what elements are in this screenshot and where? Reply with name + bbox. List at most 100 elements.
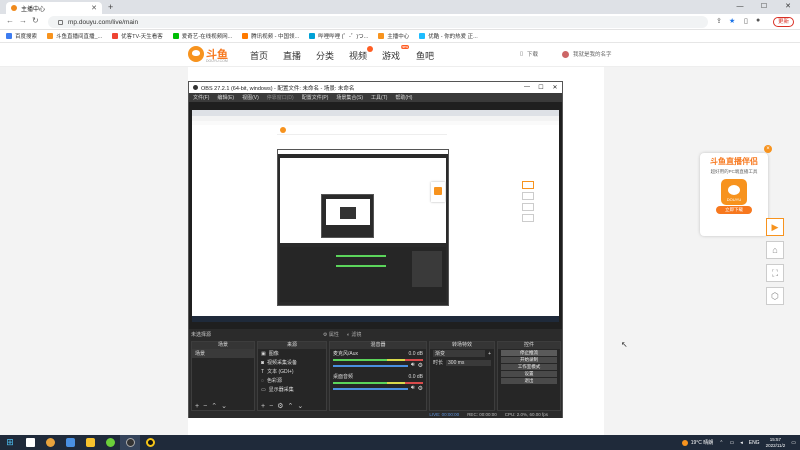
transition-type[interactable]: 渐变 + <box>430 349 494 358</box>
obs-source-toolbar: 未选择源 ⚙ 属性 ◐ 滤镜 <box>189 329 562 339</box>
bookmark-item[interactable]: 哔哩哔哩 (゜-゜)つ... <box>309 32 368 40</box>
clock[interactable]: 15:57 2022/11/2 <box>766 437 786 449</box>
stop-streaming-button[interactable]: 停止推流 <box>501 350 557 356</box>
menu-scene-collection[interactable]: 场景集合(S) <box>336 94 363 101</box>
promo-close-icon[interactable]: × <box>764 145 772 153</box>
menu-help[interactable]: 帮助(H) <box>395 94 412 101</box>
source-item[interactable]: ◙ 视频采集设备 <box>258 358 326 367</box>
source-settings-icon[interactable]: ⚙ <box>277 402 283 410</box>
taskbar-app[interactable] <box>20 435 40 450</box>
filters-button[interactable]: ◐ 滤镜 <box>347 331 361 338</box>
bookmark-item[interactable]: 百度搜索 <box>6 32 37 40</box>
url-bar[interactable]: mp.douyu.com/live/main <box>48 16 708 28</box>
volume-icon[interactable]: ◂ <box>740 440 743 446</box>
taskbar-app[interactable] <box>80 435 100 450</box>
menu-docks[interactable]: 停靠窗口(D) <box>267 94 294 101</box>
share-icon[interactable]: ⇪ <box>716 17 722 25</box>
taskbar-app[interactable] <box>120 435 140 450</box>
forward-icon[interactable]: → <box>19 16 27 25</box>
obs-preview[interactable] <box>189 102 562 329</box>
add-scene-icon[interactable]: + <box>195 403 199 410</box>
speaker-icon[interactable]: 🔊︎ <box>411 385 415 392</box>
taskbar-app[interactable] <box>60 435 80 450</box>
nav-video[interactable]: 视频 <box>349 46 374 62</box>
add-transition-icon[interactable]: + <box>488 351 491 357</box>
home-icon[interactable]: ⌂ <box>766 241 784 259</box>
settings-button[interactable]: 设置 <box>501 371 557 377</box>
nav-fish-bar[interactable]: 鱼吧 <box>416 49 434 62</box>
move-down-icon[interactable]: ⌄ <box>297 402 303 410</box>
reload-icon[interactable]: ↻ <box>32 16 39 25</box>
color-source-icon: ◌ <box>261 377 264 384</box>
nav-live[interactable]: 直播 <box>283 49 301 62</box>
bookmark-star-icon[interactable]: ★ <box>729 17 735 25</box>
remove-scene-icon[interactable]: − <box>203 403 207 410</box>
source-item[interactable]: ◌ 色彩源 <box>258 376 326 385</box>
obs-close-icon[interactable]: ✕ <box>548 84 562 91</box>
username[interactable]: 我就是我的名字 <box>573 50 612 58</box>
obs-maximize-icon[interactable]: ☐ <box>534 84 548 91</box>
avatar[interactable] <box>562 50 570 58</box>
menu-view[interactable]: 视图(V) <box>242 94 259 101</box>
bookmark-item[interactable]: 主播中心 <box>378 32 409 40</box>
menu-file[interactable]: 文件(F) <box>193 94 209 101</box>
notification-icon[interactable]: ▭ <box>791 440 796 446</box>
close-window-icon[interactable]: ✕ <box>776 0 800 14</box>
tray-up-icon[interactable]: ⌃ <box>719 440 723 446</box>
douyu-logo[interactable]: 斗鱼 DOUYU.COM <box>188 46 228 63</box>
scene-item[interactable]: 场景 <box>192 349 254 358</box>
taskbar-app[interactable] <box>140 435 160 450</box>
obs-minimize-icon[interactable]: — <box>520 84 534 91</box>
source-item[interactable]: T 文本 (GDI+) <box>258 367 326 376</box>
live-play-icon[interactable]: ▶ <box>766 218 784 236</box>
weather-widget[interactable]: 19°C 晴朗 <box>681 439 713 446</box>
studio-mode-button[interactable]: 工作室模式 <box>501 364 557 370</box>
menu-profile[interactable]: 配置文件(P) <box>302 94 329 101</box>
nav-game[interactable]: 游戏 new <box>382 45 410 62</box>
duration-input[interactable]: 300 ms <box>446 359 491 366</box>
taskbar-app[interactable] <box>100 435 120 450</box>
menu-tools[interactable]: 工具(T) <box>371 94 387 101</box>
maximize-icon[interactable]: ☐ <box>752 0 776 14</box>
taskbar-app[interactable] <box>40 435 60 450</box>
bookmark-item[interactable]: 优酷 - 你的热爱 正... <box>419 32 478 40</box>
remove-source-icon[interactable]: − <box>269 403 273 410</box>
settings-icon[interactable]: ⚙ <box>418 362 423 369</box>
settings-icon[interactable]: ⚙ <box>418 385 423 392</box>
download-link[interactable]: 下载 <box>527 50 538 58</box>
speaker-icon[interactable]: 🔊︎ <box>411 362 415 369</box>
update-button[interactable]: 更新 <box>772 17 794 27</box>
new-tab-button[interactable]: + <box>108 2 113 12</box>
properties-button[interactable]: ⚙ 属性 <box>323 331 339 338</box>
browser-tab[interactable]: 主播中心 ✕ <box>6 2 102 14</box>
source-item[interactable]: ▭ 显示器采集 <box>258 385 326 394</box>
promo-download-button[interactable]: 立即下载 <box>716 206 752 214</box>
bookmark-item[interactable]: 优客TV-天生看客 <box>112 32 163 40</box>
nav-category[interactable]: 分类 <box>316 49 334 62</box>
move-up-icon[interactable]: ⌃ <box>211 402 217 410</box>
move-down-icon[interactable]: ⌄ <box>221 402 227 410</box>
volume-slider[interactable] <box>333 364 408 367</box>
back-icon[interactable]: ← <box>6 16 14 25</box>
language-indicator[interactable]: ENG <box>749 440 760 446</box>
network-icon[interactable]: ▭ <box>729 440 734 446</box>
close-tab-icon[interactable]: ✕ <box>91 4 97 12</box>
volume-slider[interactable] <box>333 387 408 390</box>
start-button[interactable]: ⊞ <box>0 435 20 450</box>
bookmark-item[interactable]: 腾讯视频 - 中国领... <box>242 32 299 40</box>
minimize-icon[interactable]: — <box>728 0 752 14</box>
move-up-icon[interactable]: ⌃ <box>287 402 293 410</box>
add-source-icon[interactable]: + <box>261 403 265 410</box>
menu-edit[interactable]: 编辑(E) <box>217 94 234 101</box>
sidebar-icon[interactable]: ▯ <box>744 17 748 25</box>
start-recording-button[interactable]: 开始录制 <box>501 357 557 363</box>
nav-home[interactable]: 首页 <box>250 49 268 62</box>
bookmark-item[interactable]: 爱奇艺-在线视频网... <box>172 32 232 40</box>
captured-screen <box>192 110 559 322</box>
fullscreen-icon[interactable]: ⛶ <box>766 264 784 282</box>
source-item[interactable]: ▣ 图像 <box>258 349 326 358</box>
bookmark-item[interactable]: 斗鱼直播间直播_... <box>47 32 102 40</box>
exit-button[interactable]: 退出 <box>501 378 557 384</box>
profile-icon[interactable]: ● <box>756 17 760 24</box>
cube-icon[interactable]: ⬡ <box>766 287 784 305</box>
